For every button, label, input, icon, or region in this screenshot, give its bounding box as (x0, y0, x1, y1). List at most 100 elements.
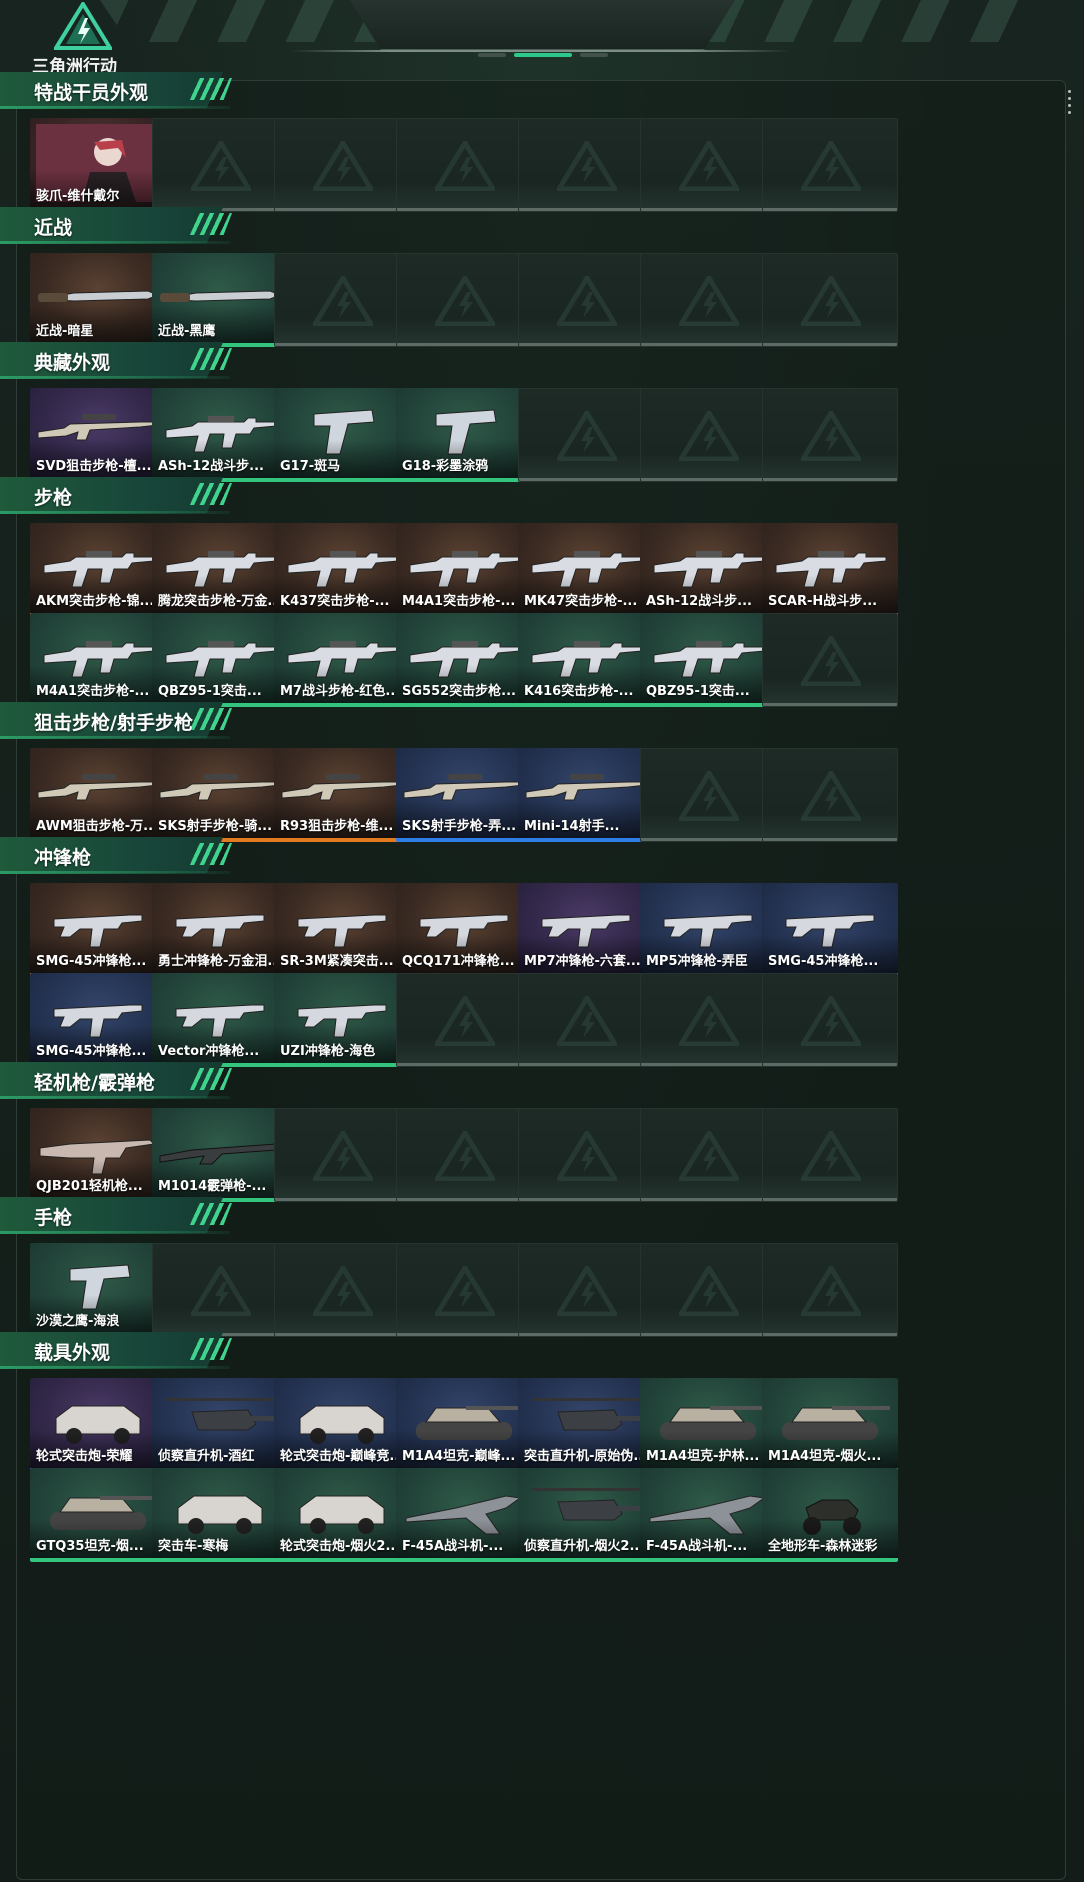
skin-item[interactable]: M1A4坦克-巅峰... (396, 1378, 532, 1472)
section-header: 特战干员外观 (0, 72, 240, 109)
skin-item[interactable]: AWM狙击步枪-万... (30, 748, 166, 842)
skin-item-label: K437突击步枪-... (280, 594, 390, 609)
empty-slot-logo-icon (191, 141, 251, 191)
skin-item[interactable]: SKS射手步枪-弄... (396, 748, 532, 842)
empty-slot (640, 973, 776, 1067)
empty-slot-logo-icon (435, 1266, 495, 1316)
skin-item[interactable]: K437突击步枪-... (274, 523, 410, 617)
skin-item[interactable]: M7战斗步枪-红色... (274, 613, 410, 707)
empty-slot-logo-icon (801, 771, 861, 821)
skin-item[interactable]: ASh-12战斗步... (640, 523, 776, 617)
skin-item[interactable]: 侦察直升机-酒红 (152, 1378, 288, 1472)
skin-item[interactable]: SMG-45冲锋枪... (762, 883, 898, 977)
skin-item[interactable]: 侦察直升机-烟火2... (518, 1468, 654, 1562)
skin-item-label: AWM狙击步枪-万... (36, 819, 158, 834)
skin-item[interactable]: QJB201轻机枪... (30, 1108, 166, 1202)
skin-item[interactable]: QBZ95-1突击... (152, 613, 288, 707)
skin-item[interactable]: F-45A战斗机-... (396, 1468, 532, 1562)
skin-item[interactable]: 突击直升机-原始伪... (518, 1378, 654, 1472)
skin-item[interactable]: 近战-暗星 (30, 253, 166, 347)
skin-item[interactable]: 骇爪-维什戴尔 (30, 118, 166, 212)
rarity-bar (396, 1558, 532, 1562)
skin-item[interactable]: ASh-12战斗步... (152, 388, 288, 482)
skin-item[interactable]: Mini-14射手... (518, 748, 654, 842)
rarity-bar (518, 703, 654, 707)
skin-item[interactable]: 腾龙突击步枪-万金... (152, 523, 288, 617)
skin-item-label: 沙漠之鹰-海浪 (36, 1314, 120, 1329)
skin-item-label: 轮式突击炮-烟火2... (280, 1539, 401, 1554)
empty-slot (762, 973, 898, 1067)
empty-slot (152, 1243, 288, 1337)
empty-slot (274, 253, 410, 347)
skin-item[interactable]: SR-3M紧凑突击... (274, 883, 410, 977)
skin-item[interactable]: SKS射手步枪-骑... (152, 748, 288, 842)
skin-item[interactable]: 轮式突击炮-烟火2... (274, 1468, 410, 1562)
empty-slot (762, 748, 898, 842)
section-title: 冲锋枪 (34, 847, 92, 869)
skin-item[interactable]: M4A1突击步枪-... (30, 613, 166, 707)
empty-slot-logo-icon (679, 141, 739, 191)
empty-slot-logo-icon (557, 1266, 617, 1316)
skin-item[interactable]: SMG-45冲锋枪... (30, 883, 166, 977)
skin-item[interactable]: MP7冲锋枪-六套... (518, 883, 654, 977)
skin-item[interactable]: 勇士冲锋枪-万金泪... (152, 883, 288, 977)
skin-item[interactable]: 突击车-寒梅 (152, 1468, 288, 1562)
empty-slot-logo-icon (435, 996, 495, 1046)
skin-item[interactable]: 轮式突击炮-巅峰竞... (274, 1378, 410, 1472)
empty-slot (762, 388, 898, 482)
skin-item-label: G18-彩墨涂鸦 (402, 459, 489, 474)
skin-item-label: M1A4坦克-烟火... (768, 1449, 882, 1464)
skin-item[interactable]: 轮式突击炮-荣耀 (30, 1378, 166, 1472)
section-header: 轻机枪/霰弹枪 (0, 1062, 240, 1099)
skin-item-label: SCAR-H战斗步... (768, 594, 878, 609)
skin-item-label: 突击直升机-原始伪... (524, 1449, 649, 1464)
skin-item[interactable]: SG552突击步枪... (396, 613, 532, 707)
skin-item-label: M1A4坦克-巅峰... (402, 1449, 516, 1464)
skin-item-label: SMG-45冲锋枪... (36, 1044, 147, 1059)
skin-item[interactable]: AKM突击步枪-锦... (30, 523, 166, 617)
skin-item[interactable]: SMG-45冲锋枪... (30, 973, 166, 1067)
section-header: 载具外观 (0, 1332, 240, 1369)
skin-item-label: 侦察直升机-酒红 (158, 1449, 255, 1464)
empty-slot (396, 118, 532, 212)
rarity-bar (396, 478, 532, 482)
skin-item[interactable]: M1A4坦克-护林... (640, 1378, 776, 1472)
skin-item[interactable]: R93狙击步枪-维... (274, 748, 410, 842)
game-logo: 三角洲行动 (32, 2, 132, 77)
skin-item[interactable]: SCAR-H战斗步... (762, 523, 898, 617)
skin-item[interactable]: M1A4坦克-烟火... (762, 1378, 898, 1472)
section-header: 步枪 (0, 477, 240, 514)
section-header: 狙击步枪/射手步枪 (0, 702, 240, 739)
skin-item[interactable]: UZI冲锋枪-海色 (274, 973, 410, 1067)
skin-item-label: QBZ95-1突击... (646, 684, 750, 699)
skin-item[interactable]: G18-彩墨涂鸦 (396, 388, 532, 482)
skin-item[interactable]: 近战-黑鹰 (152, 253, 288, 347)
section-title: 特战干员外观 (34, 82, 149, 104)
skin-item-label: SMG-45冲锋枪... (36, 954, 147, 969)
skin-item[interactable]: GTQ35坦克-烟... (30, 1468, 166, 1562)
scroll-indicator[interactable] (1068, 90, 1072, 118)
skin-item[interactable]: QBZ95-1突击... (640, 613, 776, 707)
skin-item[interactable]: K416突击步枪-... (518, 613, 654, 707)
skin-item[interactable]: 沙漠之鹰-海浪 (30, 1243, 166, 1337)
skin-item-label: SG552突击步枪... (402, 684, 516, 699)
rarity-bar (762, 1558, 898, 1562)
skin-item[interactable]: F-45A战斗机-... (640, 1468, 776, 1562)
skin-item[interactable]: 全地形车-森林迷彩 (762, 1468, 898, 1562)
rarity-bar (274, 838, 410, 842)
skin-item-label: 腾龙突击步枪-万金... (158, 594, 283, 609)
skin-item[interactable]: MK47突击步枪-... (518, 523, 654, 617)
empty-slot (640, 388, 776, 482)
empty-slot (274, 1108, 410, 1202)
empty-slot (640, 118, 776, 212)
skin-item[interactable]: MP5冲锋枪-弄臣 (640, 883, 776, 977)
skin-item[interactable]: M4A1突击步枪-... (396, 523, 532, 617)
section-title: 近战 (34, 217, 73, 239)
empty-slot (640, 1108, 776, 1202)
skin-item[interactable]: QCQ171冲锋枪... (396, 883, 532, 977)
skin-item[interactable]: G17-斑马 (274, 388, 410, 482)
skin-item[interactable]: M1014霰弹枪-... (152, 1108, 288, 1202)
skin-item[interactable]: Vector冲锋枪... (152, 973, 288, 1067)
skin-item[interactable]: SVD狙击步枪-檀... (30, 388, 166, 482)
skin-item-label: 近战-黑鹰 (158, 324, 216, 339)
